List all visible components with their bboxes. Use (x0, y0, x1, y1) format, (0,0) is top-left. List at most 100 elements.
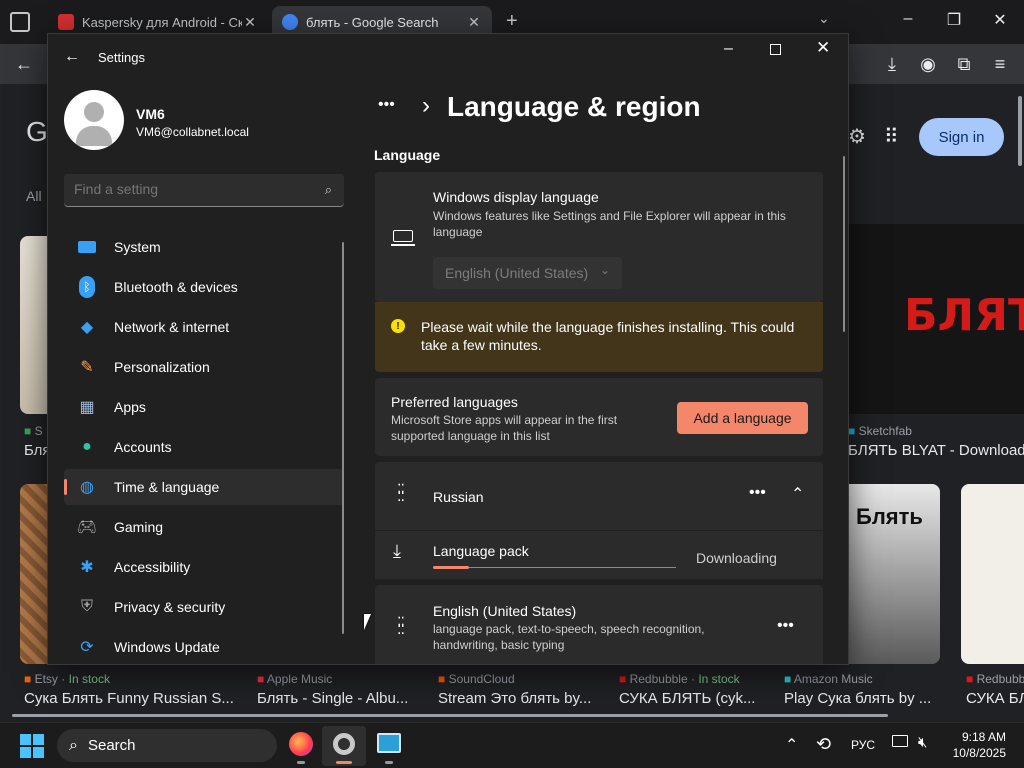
horizontal-scrollbar[interactable] (12, 714, 888, 717)
network-icon[interactable] (892, 735, 908, 747)
drag-handle-icon[interactable]: ⁚⁚ ⁚⁚ (397, 482, 405, 503)
laptop-base (391, 244, 415, 246)
taskbar-search-box[interactable]: ⌕ Search (57, 729, 277, 762)
minimize-browser-icon[interactable]: – (896, 10, 920, 28)
nav-item-privacy[interactable]: ⛨ Privacy & security (64, 589, 344, 625)
search-input[interactable] (74, 181, 304, 197)
progress-fill (433, 566, 470, 569)
extensions-icon[interactable]: ⧉ (952, 52, 976, 76)
taskbar-running-indicator (385, 761, 393, 764)
result-title[interactable]: Блять - Single - Albu... (257, 690, 408, 707)
download-icon[interactable]: ⤓ (880, 52, 904, 76)
sync-status-icon[interactable]: ⟲ (816, 734, 831, 755)
result-image-left-top[interactable] (20, 236, 48, 414)
new-tab-button[interactable]: + (506, 10, 518, 33)
result-source: ■ Amazon Music (784, 672, 873, 686)
accessibility-icon: ✱ (80, 559, 94, 576)
remote-desktop-icon[interactable] (377, 733, 401, 753)
close-browser-icon[interactable]: ✕ (988, 10, 1012, 30)
settings-gear-partial-icon[interactable]: ⚙ (848, 124, 866, 149)
google-logo-partial: G (26, 116, 48, 147)
add-language-button[interactable]: Add a language (677, 402, 808, 434)
nav-item-time-language[interactable]: ◍ Time & language (64, 469, 344, 505)
minimize-icon[interactable]: – (724, 40, 733, 58)
nav-item-gaming[interactable]: 🎮︎ Gaming (64, 509, 344, 545)
result-title[interactable]: СУКА БЛ (966, 690, 1024, 707)
download-status: Downloading (696, 550, 777, 566)
laptop-icon (393, 230, 413, 242)
vertical-scrollbar[interactable] (1018, 96, 1022, 166)
taskbar-search-label: Search (87, 737, 136, 754)
nav-item-accessibility[interactable]: ✱ Accessibility (64, 549, 344, 585)
dropdown-value: English (United States) (445, 265, 589, 281)
result-source: ■ Redbubb (966, 672, 1024, 686)
progress-track (433, 566, 676, 569)
more-options-icon[interactable]: ••• (777, 617, 794, 635)
user-name: VM6 (136, 106, 165, 122)
result-image-shirt[interactable] (961, 484, 1024, 664)
breadcrumb-more[interactable]: ••• (378, 96, 395, 114)
preferred-languages-title: Preferred languages (391, 394, 518, 410)
back-arrow-icon[interactable]: ← (64, 48, 80, 66)
warning-icon: ! (391, 319, 405, 333)
result-image-blyat-logo[interactable]: БЛЯТ (848, 224, 1024, 414)
language-indicator[interactable]: РУС (851, 738, 875, 752)
nav-label: Accessibility (114, 559, 191, 575)
result-source-sketchfab: ■ Sketchfab (848, 424, 912, 438)
nav-item-apps[interactable]: ▦ Apps (64, 389, 344, 425)
close-tab-icon[interactable]: ✕ (242, 14, 258, 31)
mouse-cursor (364, 614, 371, 630)
firefox-icon[interactable] (289, 732, 313, 756)
volume-muted-icon[interactable]: 🔇︎ (918, 734, 927, 751)
language-row-english[interactable]: ⁚⁚ ⁚⁚ English (United States) language pa… (375, 585, 823, 664)
close-tab-icon[interactable]: ✕ (466, 14, 482, 31)
windows-start-icon[interactable] (20, 734, 44, 758)
chevron-up-icon[interactable]: ⌃ (791, 484, 804, 504)
maximize-icon[interactable] (770, 44, 781, 55)
app-title: Settings (98, 50, 145, 65)
clock-time[interactable]: 9:18 AM (958, 730, 1006, 744)
maximize-browser-icon[interactable]: ❐ (942, 10, 966, 30)
tab-search-icon[interactable] (10, 12, 30, 32)
sign-in-button[interactable]: Sign in (919, 118, 1004, 156)
person-icon: ● (82, 438, 92, 455)
nav-item-network[interactable]: ◆ Network & internet (64, 309, 344, 345)
nav-item-bluetooth[interactable]: ᛒ Bluetooth & devices (64, 269, 344, 305)
nav-label: Time & language (114, 479, 220, 495)
profile-icon[interactable]: ◉ (916, 52, 940, 76)
nav-label: Personalization (114, 359, 210, 375)
nav-item-personalization[interactable]: ✎ Personalization (64, 349, 344, 385)
clock-date[interactable]: 10/8/2025 (946, 746, 1006, 760)
nav-label: Windows Update (114, 639, 220, 655)
result-title[interactable]: Play Сука блять by ... (784, 690, 931, 707)
menu-icon[interactable]: ≡ (988, 52, 1012, 76)
display-language-desc: Windows features like Settings and File … (433, 209, 786, 239)
nav-item-system[interactable]: System (64, 229, 344, 265)
nav-item-accounts[interactable]: ● Accounts (64, 429, 344, 465)
settings-taskbar-icon[interactable] (322, 726, 366, 766)
result-title[interactable]: Сука Блять Funny Russian S... (24, 690, 234, 707)
tab-list-chevron-icon[interactable]: ⌄ (818, 10, 830, 27)
nav-item-windows-update[interactable]: ⟳ Windows Update (64, 629, 344, 664)
nav-scrollbar[interactable] (342, 242, 344, 634)
result-image-etsy[interactable] (20, 484, 48, 664)
all-tab-partial[interactable]: All (26, 188, 42, 204)
search-box[interactable]: ⌕ (64, 174, 344, 207)
display-language-title: Windows display language (433, 189, 599, 205)
content-scrollbar[interactable] (843, 156, 845, 332)
result-source: ■ Apple Music (257, 672, 333, 686)
show-hidden-icons-chevron-icon[interactable]: ⌃ (785, 735, 798, 755)
avatar[interactable] (64, 90, 124, 150)
drag-handle-icon[interactable]: ⁚⁚ ⁚⁚ (397, 615, 405, 636)
apps-grid-icon[interactable]: ⠿ (884, 124, 899, 149)
result-image-album[interactable]: Блять (848, 484, 940, 664)
language-row-russian[interactable]: ⁚⁚ ⁚⁚ Russian ••• ⌃ (375, 462, 823, 530)
back-arrow-icon[interactable]: ← (12, 52, 36, 76)
close-icon[interactable]: ✕ (816, 38, 830, 58)
display-language-dropdown[interactable]: English (United States) ⌄ (433, 257, 622, 289)
result-title-sketchfab[interactable]: БЛЯТЬ BLYAT - Download F (848, 442, 1024, 459)
nav-label: Privacy & security (114, 599, 226, 615)
result-title[interactable]: Stream Это блять by... (438, 690, 591, 707)
result-title[interactable]: СУКА БЛЯТЬ (cyk... (619, 690, 755, 707)
more-options-icon[interactable]: ••• (749, 484, 766, 502)
